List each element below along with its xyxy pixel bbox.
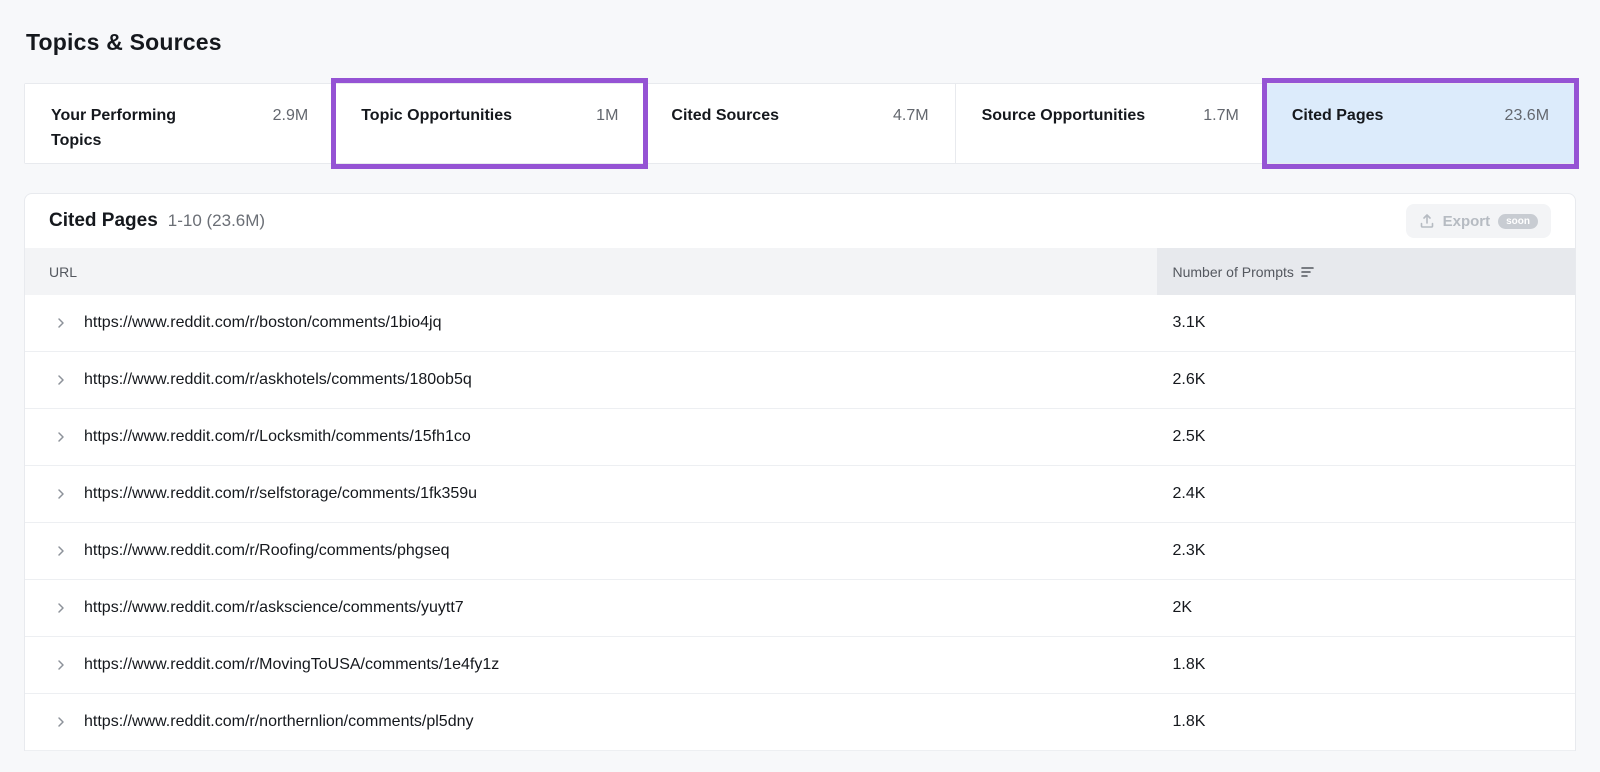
row-prompt-count: 2.3K [1157,542,1576,560]
page-title: Topics & Sources [24,0,1576,83]
table-row[interactable]: https://www.reddit.com/r/Roofing/comment… [25,523,1575,580]
card-header: Cited Pages 1-10 (23.6M) Export soon [25,194,1575,248]
tab-label: Cited Sources [671,104,779,129]
tab-label: Cited Pages [1292,104,1384,129]
export-button[interactable]: Export soon [1406,204,1551,238]
row-url-link[interactable]: https://www.reddit.com/r/Locksmith/comme… [84,428,471,446]
column-header-url: URL [25,248,1157,295]
tab-source-opportunities[interactable]: Source Opportunities 1.7M [956,84,1266,163]
row-url-link[interactable]: https://www.reddit.com/r/Roofing/comment… [84,542,450,560]
tab-cited-sources[interactable]: Cited Sources 4.7M [645,84,955,163]
tab-your-performing-topics[interactable]: Your Performing Topics 2.9M [25,84,335,163]
table-row[interactable]: https://www.reddit.com/r/selfstorage/com… [25,466,1575,523]
table-header-row: URL Number of Prompts [25,248,1575,295]
chevron-right-icon[interactable] [49,488,73,500]
tab-bar: Your Performing Topics 2.9M Topic Opport… [24,83,1576,164]
row-url-link[interactable]: https://www.reddit.com/r/MovingToUSA/com… [84,656,499,674]
tab-count: 4.7M [881,104,929,129]
row-url-link[interactable]: https://www.reddit.com/r/selfstorage/com… [84,485,477,503]
tab-count: 1M [584,104,618,129]
table-row[interactable]: https://www.reddit.com/r/MovingToUSA/com… [25,637,1575,694]
tab-cited-pages[interactable]: Cited Pages 23.6M [1266,84,1575,163]
chevron-right-icon[interactable] [49,317,73,329]
row-prompt-count: 1.8K [1157,656,1576,674]
chevron-right-icon[interactable] [49,716,73,728]
row-url-link[interactable]: https://www.reddit.com/r/askhotels/comme… [84,371,472,389]
export-icon [1419,213,1435,229]
tab-label: Source Opportunities [982,104,1146,129]
soon-badge: soon [1498,214,1538,229]
tab-count: 2.9M [261,104,309,129]
row-prompt-count: 2.4K [1157,485,1576,503]
table-row[interactable]: https://www.reddit.com/r/Locksmith/comme… [25,409,1575,466]
row-prompt-count: 1.8K [1157,713,1576,731]
table-row[interactable]: https://www.reddit.com/r/askscience/comm… [25,580,1575,637]
topics-sources-page: Topics & Sources Your Performing Topics … [0,0,1600,751]
export-label: Export [1443,213,1491,230]
chevron-right-icon[interactable] [49,659,73,671]
chevron-right-icon[interactable] [49,374,73,386]
row-url-link[interactable]: https://www.reddit.com/r/northernlion/co… [84,713,474,731]
row-prompt-count: 3.1K [1157,314,1576,332]
tab-label: Topic Opportunities [361,104,512,129]
cited-pages-card: Cited Pages 1-10 (23.6M) Export soon URL… [24,193,1576,751]
table-row[interactable]: https://www.reddit.com/r/askhotels/comme… [25,352,1575,409]
row-prompt-count: 2K [1157,599,1576,617]
results-range: 1-10 (23.6M) [168,211,265,231]
row-url-link[interactable]: https://www.reddit.com/r/askscience/comm… [84,599,464,617]
chevron-right-icon[interactable] [49,545,73,557]
column-header-number-of-prompts[interactable]: Number of Prompts [1157,248,1576,295]
tab-count: 23.6M [1493,104,1549,129]
sort-descending-icon[interactable] [1301,266,1315,278]
table-row[interactable]: https://www.reddit.com/r/northernlion/co… [25,694,1575,751]
tab-label: Your Performing Topics [51,104,201,154]
column-header-label: Number of Prompts [1173,264,1294,280]
card-title: Cited Pages [49,210,158,232]
tab-count: 1.7M [1191,104,1239,129]
row-prompt-count: 2.6K [1157,371,1576,389]
row-prompt-count: 2.5K [1157,428,1576,446]
chevron-right-icon[interactable] [49,431,73,443]
table-row[interactable]: https://www.reddit.com/r/boston/comments… [25,295,1575,352]
chevron-right-icon[interactable] [49,602,73,614]
tab-topic-opportunities[interactable]: Topic Opportunities 1M [335,84,645,163]
row-url-link[interactable]: https://www.reddit.com/r/boston/comments… [84,314,442,332]
